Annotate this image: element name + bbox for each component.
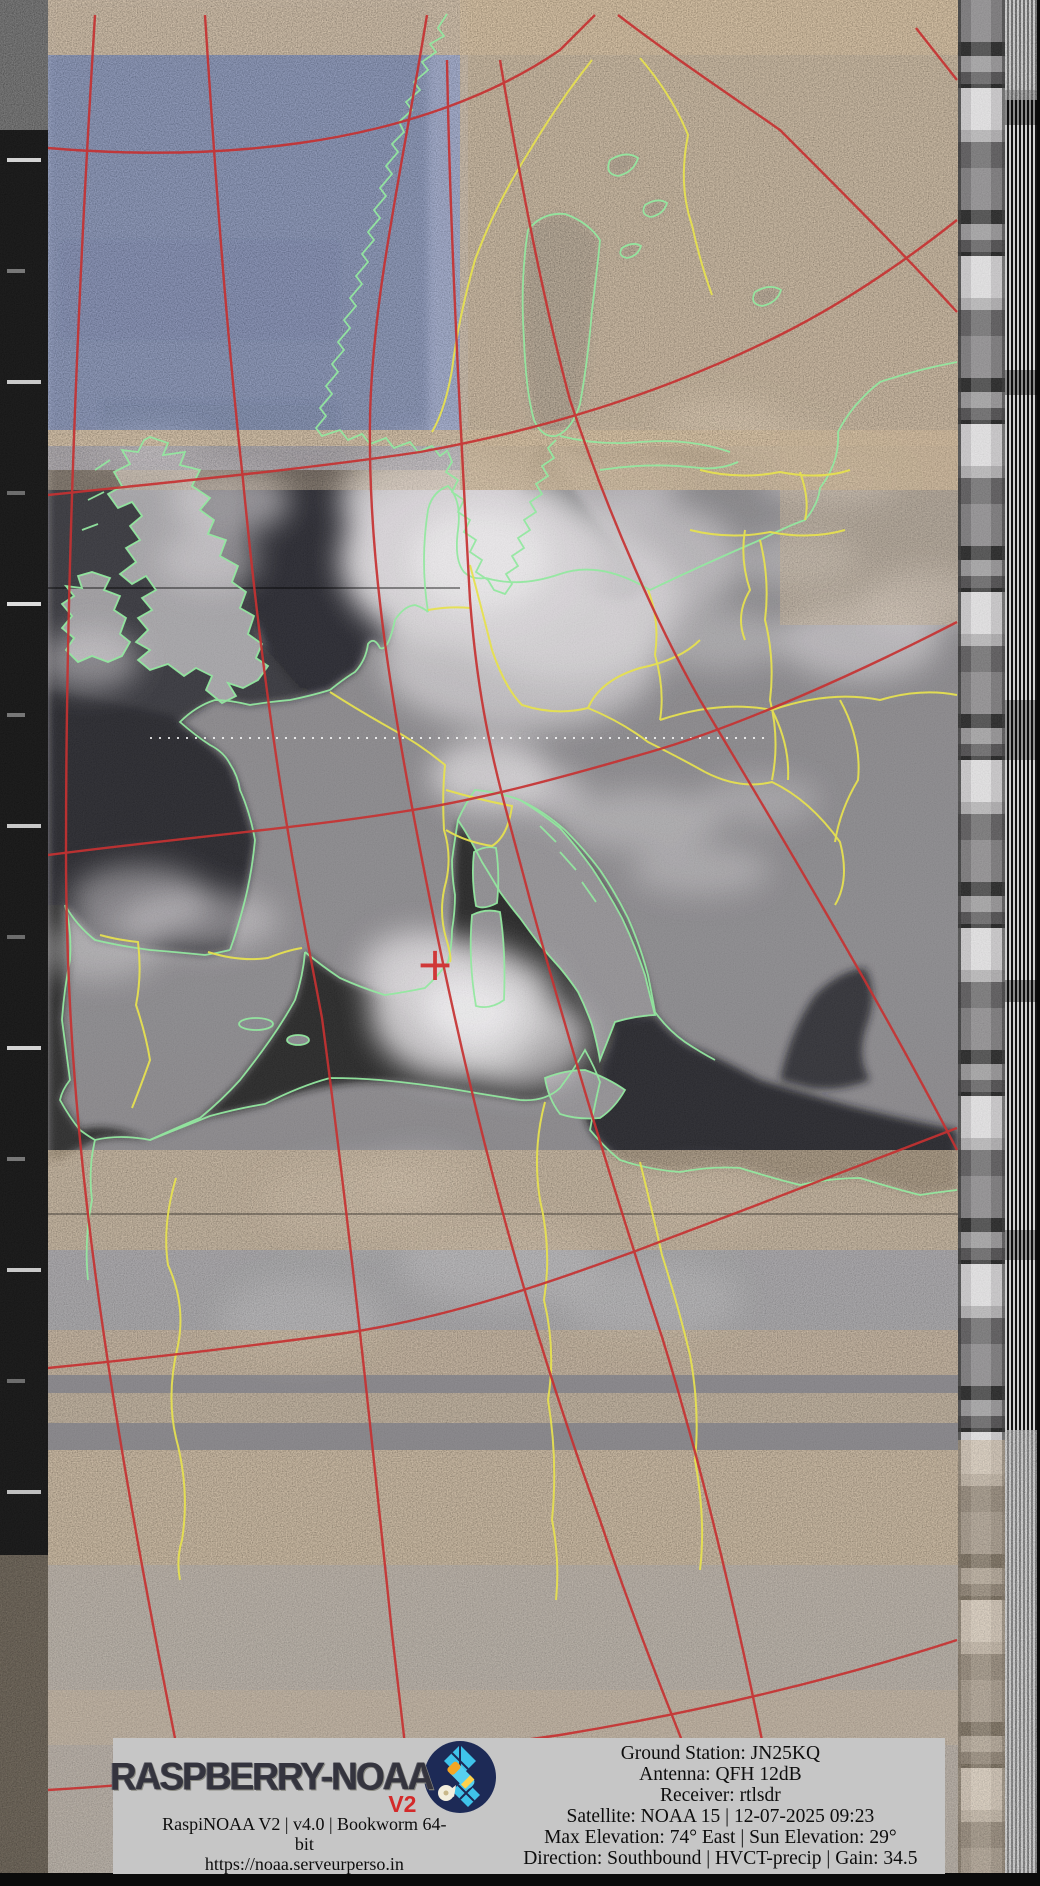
ground-station-line: Ground Station: JN25KQ <box>500 1743 941 1764</box>
station-url: https://noaa.serveurperso.in <box>205 1854 404 1874</box>
footer-left-column: RASPBERRY-NOAA V2 RaspiNOAA V2 | v4.0 | … <box>113 1738 496 1874</box>
logo-wordmark: RASPBERRY-NOAA <box>110 1755 432 1799</box>
logo-v2-badge: V2 <box>388 1791 416 1818</box>
antenna-line: Antenna: QFH 12dB <box>500 1764 941 1785</box>
telemetry-bar <box>958 0 1005 1886</box>
satellite-line: Satellite: NOAA 15 | 12-07-2025 09:23 <box>500 1806 941 1827</box>
noaa-apt-decoded-image: + <box>0 0 1040 1886</box>
software-version-line-wrap: bit <box>295 1834 314 1854</box>
minute-marker-bar <box>0 0 48 1886</box>
satellite-icon <box>422 1739 498 1815</box>
raspberry-noaa-logo: RASPBERRY-NOAA V2 <box>110 1740 498 1814</box>
footer-panel: RASPBERRY-NOAA V2 RaspiNOAA V2 | v4.0 | … <box>113 1738 945 1874</box>
elevation-line: Max Elevation: 74° East | Sun Elevation:… <box>500 1827 941 1848</box>
footer-right-column: Ground Station: JN25KQ Antenna: QFH 12dB… <box>496 1738 945 1874</box>
satellite-map: + <box>0 0 1040 1886</box>
direction-gain-line: Direction: Southbound | HVCT-precip | Ga… <box>500 1848 941 1869</box>
sync-stripe-bar <box>1005 0 1040 1886</box>
ground-station-marker: + <box>416 937 455 991</box>
receiver-line: Receiver: rtlsdr <box>500 1785 941 1806</box>
bottom-black-bar <box>0 1873 1040 1886</box>
